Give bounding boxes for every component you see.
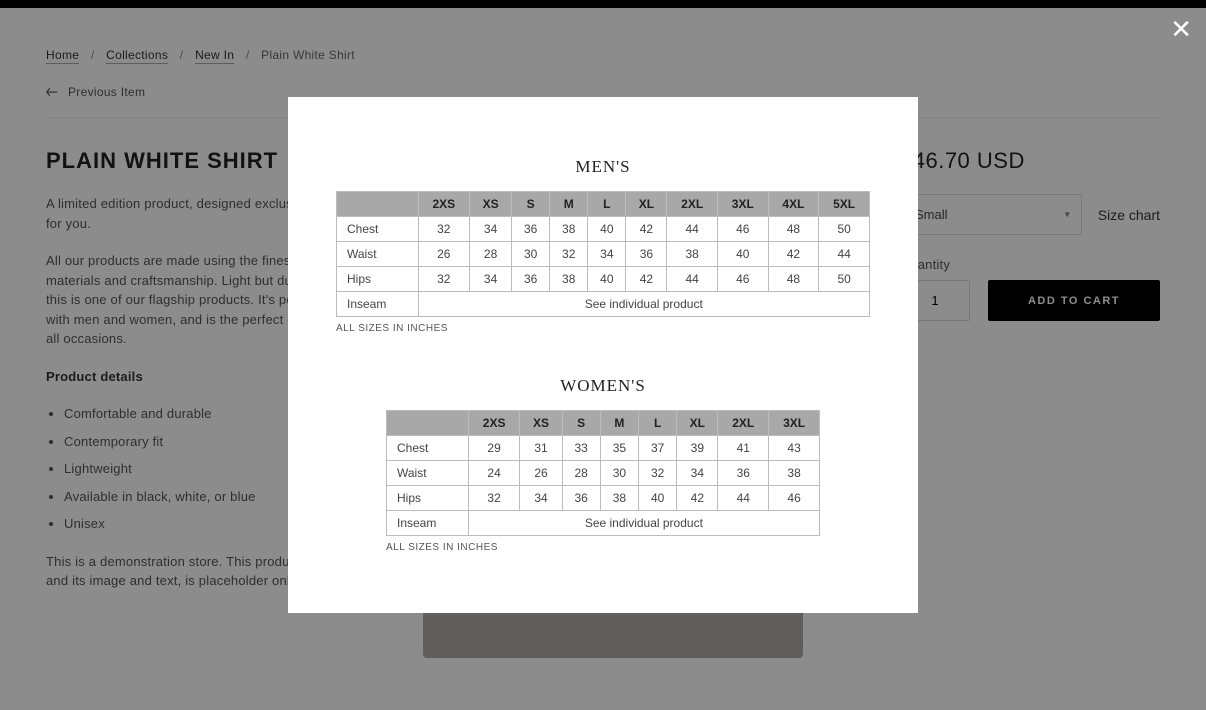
col-header: 3XL bbox=[769, 411, 820, 436]
col-header: S bbox=[562, 411, 600, 436]
table-row: Inseam See individual product bbox=[337, 292, 870, 317]
units-note: ALL SIZES IN INCHES bbox=[336, 323, 870, 334]
col-header: L bbox=[588, 192, 626, 217]
table-row: Chest 2931333537394143 bbox=[387, 436, 820, 461]
col-header: XL bbox=[626, 192, 667, 217]
col-header: M bbox=[600, 411, 638, 436]
close-icon[interactable]: ✕ bbox=[1170, 16, 1192, 42]
mens-size-table: 2XS XS S M L XL 2XL 3XL 4XL 5XL Chest bbox=[336, 191, 870, 317]
col-header: L bbox=[639, 411, 677, 436]
table-row: Hips 32343638404244464850 bbox=[337, 267, 870, 292]
table-row: Chest 32343638404244464850 bbox=[337, 217, 870, 242]
col-header: 2XL bbox=[718, 411, 769, 436]
col-header: XS bbox=[520, 411, 562, 436]
table-row: Waist 2426283032343638 bbox=[387, 461, 820, 486]
mens-chart-title: MEN'S bbox=[336, 157, 870, 177]
units-note: ALL SIZES IN INCHES bbox=[386, 542, 820, 553]
modal-overlay[interactable]: ✕ MEN'S 2XS XS S M L XL 2XL 3XL 4XL bbox=[0, 0, 1206, 710]
col-header: 3XL bbox=[718, 192, 769, 217]
table-row: Hips 3234363840424446 bbox=[387, 486, 820, 511]
size-chart-modal: MEN'S 2XS XS S M L XL 2XL 3XL 4XL 5XL bbox=[288, 97, 918, 613]
table-row: Inseam See individual product bbox=[387, 511, 820, 536]
col-header: XS bbox=[470, 192, 512, 217]
col-header: 2XL bbox=[667, 192, 718, 217]
col-header: M bbox=[550, 192, 588, 217]
col-header: 2XS bbox=[468, 411, 520, 436]
col-header: 5XL bbox=[819, 192, 870, 217]
col-header: S bbox=[512, 192, 550, 217]
womens-size-table: 2XS XS S M L XL 2XL 3XL Chest 2931333537… bbox=[386, 410, 820, 536]
col-header: XL bbox=[677, 411, 718, 436]
womens-chart-title: WOMEN'S bbox=[386, 376, 820, 396]
col-header: 4XL bbox=[768, 192, 819, 217]
col-header: 2XS bbox=[418, 192, 470, 217]
table-row: Waist 26283032343638404244 bbox=[337, 242, 870, 267]
